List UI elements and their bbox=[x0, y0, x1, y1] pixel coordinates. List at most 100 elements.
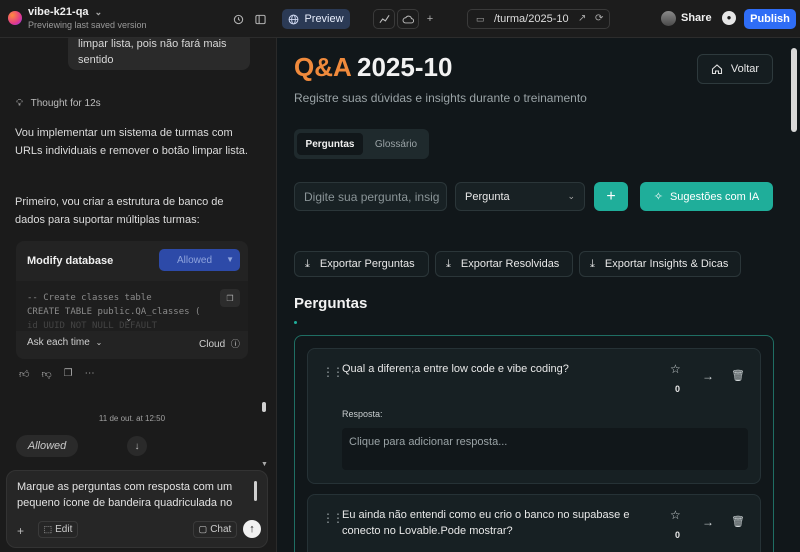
message-actions: 👍︎ 👎︎ ❐ ⋯ bbox=[19, 368, 95, 380]
app-preview: Q&A 2025-10 Registre suas dúvidas e insi… bbox=[276, 38, 800, 552]
thumbs-up-icon[interactable]: 👍︎ bbox=[19, 368, 29, 380]
chat-label: Chat bbox=[210, 524, 232, 535]
star-icon[interactable]: ☆ bbox=[670, 508, 681, 522]
tab-bar: Perguntas Glossário bbox=[294, 129, 429, 159]
back-button[interactable]: Voltar bbox=[697, 54, 773, 84]
star-count: 0 bbox=[675, 530, 681, 540]
expand-chevron-icon[interactable]: ⌄ bbox=[125, 313, 133, 324]
tool-card-title: Modify database bbox=[27, 255, 114, 267]
trash-icon[interactable]: 🗑︎ bbox=[731, 515, 745, 528]
scroll-down-icon[interactable]: ↓ bbox=[127, 436, 147, 456]
reload-icon[interactable]: ⟳ bbox=[595, 13, 603, 24]
export-questions-button[interactable]: ⤓ Exportar Perguntas bbox=[294, 251, 429, 277]
download-icon: ⤓ bbox=[305, 257, 310, 270]
url-bar[interactable]: ▭ /turma/2025-10 ↗ ⟳ bbox=[467, 9, 610, 29]
analytics-icon[interactable] bbox=[373, 9, 395, 29]
response-label: Resposta: bbox=[342, 409, 383, 419]
thumbs-down-icon[interactable]: 👎︎ bbox=[41, 368, 51, 380]
cloud-icon[interactable] bbox=[397, 9, 419, 29]
type-select[interactable]: Pergunta ⌄ bbox=[455, 182, 585, 211]
question-card: ⋮⋮ Eu ainda não entendi como eu crio o b… bbox=[307, 494, 761, 552]
chevron-down-icon: ⌄ bbox=[95, 338, 103, 347]
preview-scrollbar[interactable] bbox=[791, 48, 797, 132]
more-icon[interactable]: ⋯ bbox=[85, 368, 95, 380]
question-card: ⋮⋮ Qual a diferen;a entre low code e vib… bbox=[307, 348, 761, 484]
chevron-down-icon[interactable]: ⌄ bbox=[95, 7, 103, 17]
add-icon[interactable]: + bbox=[421, 10, 439, 28]
send-icon[interactable]: ↑ bbox=[243, 520, 261, 538]
history-icon[interactable] bbox=[229, 10, 247, 28]
lightbulb-icon: 💡︎ bbox=[16, 98, 23, 109]
thought-indicator[interactable]: 💡︎ Thought for 12s bbox=[16, 98, 101, 109]
ask-each-time-dropdown[interactable]: Ask each time ⌄ bbox=[27, 337, 102, 348]
copy-icon[interactable]: ❐ bbox=[64, 368, 73, 380]
download-icon: ⤓ bbox=[590, 257, 595, 270]
arrow-right-icon[interactable]: → bbox=[702, 515, 714, 529]
tool-card-modify-database: Modify database Allowed ▼ -- Create clas… bbox=[16, 241, 248, 359]
export-label: Exportar Insights & Dicas bbox=[604, 258, 729, 270]
open-external-icon[interactable]: ↗ bbox=[578, 13, 586, 24]
ask-each-time-label: Ask each time bbox=[27, 337, 90, 348]
chat-bubble-icon: ▢ bbox=[198, 524, 208, 534]
question-input[interactable]: Digite sua pergunta, insig bbox=[294, 182, 447, 211]
lovable-logo[interactable] bbox=[8, 11, 22, 25]
chevron-down-icon: ⌄ bbox=[567, 191, 575, 201]
chat-panel: limpar lista, pois não fará mais sentido… bbox=[0, 38, 276, 552]
project-name[interactable]: vibe-k21-qa bbox=[28, 6, 89, 18]
question-text: Qual a diferen;a entre low code e vibe c… bbox=[342, 363, 569, 375]
attach-plus-icon[interactable]: + bbox=[17, 524, 24, 538]
help-icon[interactable]: ⓘ bbox=[231, 339, 240, 349]
tab-glossario[interactable]: Glossário bbox=[366, 133, 426, 155]
section-title: Perguntas bbox=[294, 295, 368, 312]
project-status: Previewing last saved version bbox=[28, 20, 147, 30]
home-icon bbox=[711, 64, 722, 75]
fullscreen-icon[interactable]: ▭ bbox=[476, 14, 485, 25]
page-title-accent: Q&A bbox=[294, 52, 352, 82]
ai-suggestions-button[interactable]: ✧ Sugestões com IA bbox=[640, 182, 773, 211]
sidebar-toggle-icon[interactable] bbox=[251, 10, 269, 28]
tab-perguntas[interactable]: Perguntas bbox=[297, 133, 363, 155]
allowed-pill: Allowed bbox=[16, 435, 78, 457]
publish-button[interactable]: Publish bbox=[744, 9, 796, 29]
edit-mode-button[interactable]: ⬚ Edit bbox=[38, 521, 78, 538]
scroll-indicator-icon: ▼ bbox=[261, 461, 268, 468]
drag-handle-icon[interactable]: ⋮⋮ bbox=[322, 511, 344, 525]
timestamp: 11 de out. at 12:50 bbox=[98, 414, 166, 423]
chat-mode-button[interactable]: ▢ Chat bbox=[193, 521, 237, 538]
back-label: Voltar bbox=[730, 63, 760, 75]
cloud-label: Cloud bbox=[199, 339, 226, 350]
composer-input[interactable]: Marque as perguntas com resposta com um … bbox=[17, 479, 242, 511]
section-indicator bbox=[294, 321, 297, 324]
share-button[interactable]: Share bbox=[681, 12, 712, 24]
chevron-down-icon[interactable]: ▼ bbox=[226, 255, 234, 264]
assistant-paragraph: Primeiro, vou criar a estrutura de banco… bbox=[15, 196, 224, 226]
star-icon[interactable]: ☆ bbox=[670, 362, 681, 376]
composer-scrollbar[interactable] bbox=[254, 481, 257, 501]
export-label: Exportar Resolvidas bbox=[460, 258, 560, 270]
export-resolved-button[interactable]: ⤓ Exportar Resolvidas bbox=[435, 251, 573, 277]
assistant-paragraph: Vou implementar um sistema de turmas com… bbox=[15, 127, 248, 157]
ai-suggestions-label: Sugestões com IA bbox=[669, 190, 760, 203]
sparkles-icon: ✧ bbox=[653, 191, 663, 203]
response-field[interactable]: Clique para adicionar resposta... bbox=[342, 428, 748, 470]
github-icon[interactable]: ● bbox=[722, 11, 736, 25]
drag-handle-icon[interactable]: ⋮⋮ bbox=[322, 365, 344, 379]
type-select-value: Pergunta bbox=[465, 190, 510, 203]
star-count: 0 bbox=[675, 384, 681, 394]
chat-composer[interactable]: Marque as perguntas com resposta com um … bbox=[6, 470, 268, 548]
arrow-right-icon[interactable]: → bbox=[702, 369, 714, 383]
code-line: -- Create classes table bbox=[27, 293, 152, 303]
export-insights-button[interactable]: ⤓ Exportar Insights & Dicas bbox=[579, 251, 741, 277]
top-bar: vibe-k21-qa ⌄ Previewing last saved vers… bbox=[0, 0, 800, 38]
preview-button[interactable]: Preview bbox=[282, 9, 350, 29]
cloud-info[interactable]: Cloud ⓘ bbox=[199, 337, 240, 350]
trash-icon[interactable]: 🗑︎ bbox=[731, 369, 745, 382]
chat-scrollbar[interactable] bbox=[262, 402, 266, 412]
globe-icon bbox=[289, 14, 299, 24]
thought-label: Thought for 12s bbox=[30, 98, 101, 109]
project-name-menu[interactable]: vibe-k21-qa ⌄ bbox=[28, 6, 102, 18]
add-question-button[interactable]: + bbox=[594, 182, 628, 211]
allowed-status-button[interactable]: Allowed ▼ bbox=[159, 249, 240, 271]
avatar[interactable] bbox=[661, 11, 676, 26]
copy-icon[interactable]: ❐ bbox=[220, 289, 240, 307]
